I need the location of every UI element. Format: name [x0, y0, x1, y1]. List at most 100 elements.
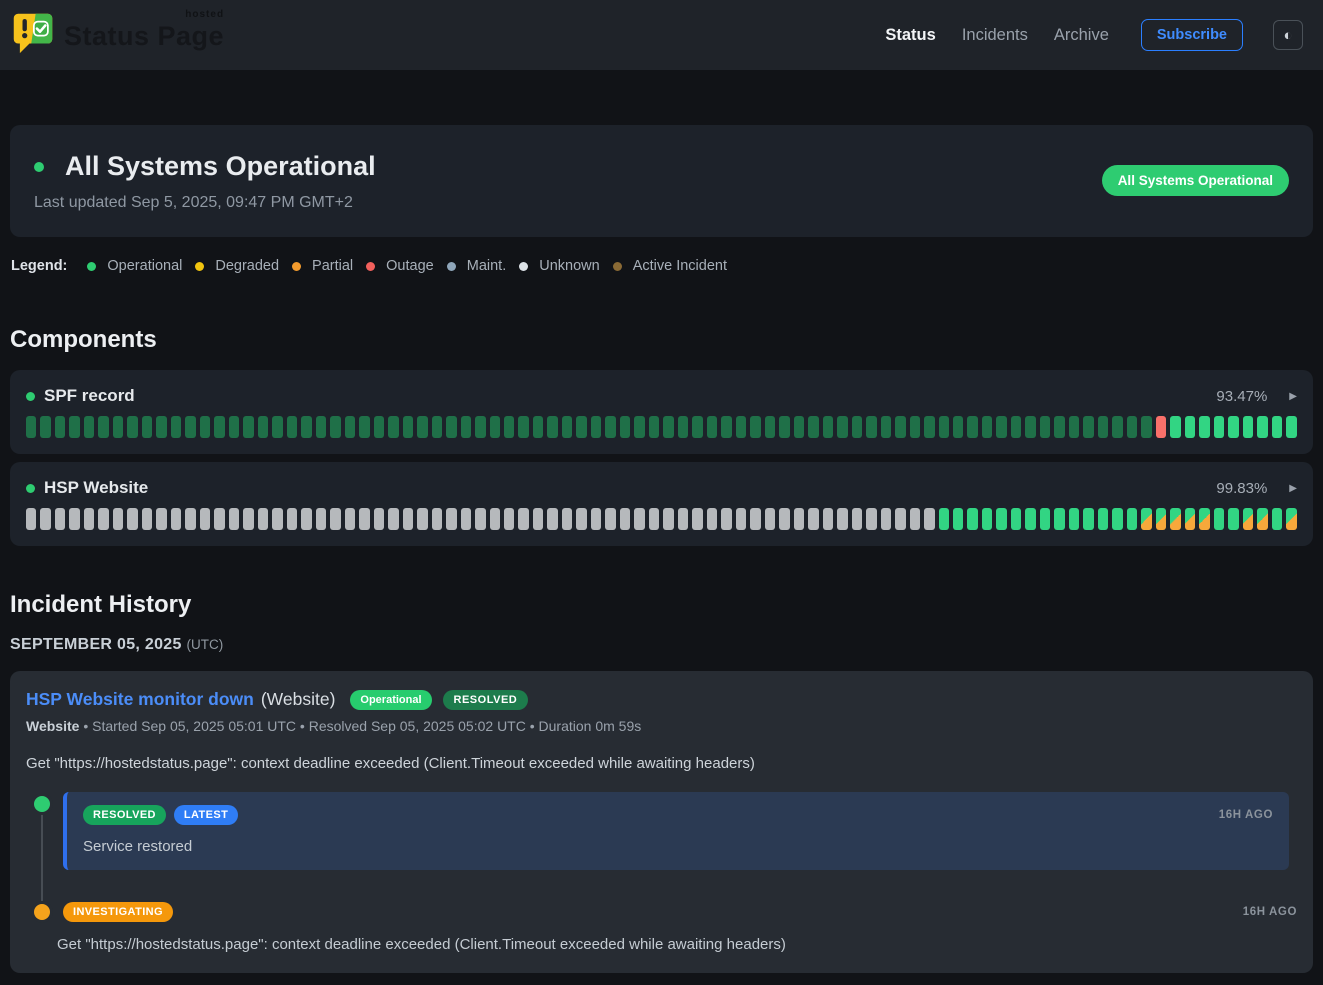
uptime-bar[interactable] [1199, 508, 1209, 530]
uptime-bar[interactable] [823, 508, 833, 530]
uptime-bar[interactable] [98, 416, 108, 438]
uptime-bar[interactable] [692, 508, 702, 530]
uptime-bar[interactable] [533, 508, 543, 530]
component-header-row[interactable]: HSP Website 99.83% ▶ [26, 478, 1297, 498]
uptime-bar[interactable] [388, 508, 398, 530]
uptime-bar[interactable] [432, 416, 442, 438]
uptime-bar[interactable] [576, 416, 586, 438]
uptime-bar[interactable] [185, 416, 195, 438]
uptime-bar[interactable] [301, 508, 311, 530]
uptime-bar[interactable] [490, 416, 500, 438]
uptime-bar[interactable] [591, 416, 601, 438]
uptime-bar[interactable] [55, 416, 65, 438]
uptime-bar[interactable] [446, 416, 456, 438]
uptime-bar[interactable] [649, 416, 659, 438]
uptime-bar[interactable] [953, 508, 963, 530]
uptime-bar[interactable] [1170, 416, 1180, 438]
uptime-bar[interactable] [490, 508, 500, 530]
uptime-bar[interactable] [1127, 416, 1137, 438]
uptime-bar[interactable] [910, 416, 920, 438]
uptime-bar[interactable] [403, 508, 413, 530]
uptime-bar[interactable] [84, 416, 94, 438]
uptime-bar[interactable] [663, 416, 673, 438]
uptime-bar[interactable] [98, 508, 108, 530]
uptime-bar[interactable] [446, 508, 456, 530]
uptime-bar[interactable] [750, 416, 760, 438]
uptime-bar[interactable] [40, 508, 50, 530]
uptime-bar[interactable] [301, 416, 311, 438]
uptime-bar[interactable] [765, 416, 775, 438]
uptime-bar[interactable] [1040, 508, 1050, 530]
uptime-bar[interactable] [84, 508, 94, 530]
uptime-bar[interactable] [678, 508, 688, 530]
uptime-bar[interactable] [779, 508, 789, 530]
component-header-row[interactable]: SPF record 93.47% ▶ [26, 386, 1297, 406]
uptime-bar[interactable] [200, 508, 210, 530]
uptime-bar[interactable] [504, 416, 514, 438]
uptime-bar[interactable] [316, 416, 326, 438]
uptime-bar[interactable] [707, 508, 717, 530]
uptime-bar[interactable] [1083, 416, 1093, 438]
uptime-bar[interactable] [417, 508, 427, 530]
uptime-bar[interactable] [1286, 508, 1296, 530]
uptime-bar[interactable] [388, 416, 398, 438]
uptime-bar[interactable] [171, 416, 181, 438]
uptime-bar[interactable] [895, 508, 905, 530]
uptime-bar[interactable] [924, 416, 934, 438]
uptime-bar[interactable] [1214, 508, 1224, 530]
uptime-bar[interactable] [562, 416, 572, 438]
uptime-bar[interactable] [1025, 508, 1035, 530]
uptime-bar[interactable] [547, 508, 557, 530]
uptime-bar[interactable] [1069, 416, 1079, 438]
uptime-bar[interactable] [591, 508, 601, 530]
uptime-bar[interactable] [1054, 416, 1064, 438]
uptime-bar[interactable] [533, 416, 543, 438]
uptime-bar[interactable] [258, 416, 268, 438]
uptime-bar[interactable] [794, 508, 804, 530]
uptime-bar[interactable] [40, 416, 50, 438]
uptime-bar[interactable] [924, 508, 934, 530]
uptime-bar[interactable] [1127, 508, 1137, 530]
uptime-bar[interactable] [475, 508, 485, 530]
uptime-bar[interactable] [214, 508, 224, 530]
uptime-bar[interactable] [634, 416, 644, 438]
uptime-bar[interactable] [707, 416, 717, 438]
uptime-bar[interactable] [272, 416, 282, 438]
uptime-bar[interactable] [765, 508, 775, 530]
uptime-bar[interactable] [1112, 508, 1122, 530]
uptime-bar[interactable] [243, 508, 253, 530]
uptime-bar[interactable] [359, 416, 369, 438]
uptime-bar[interactable] [852, 416, 862, 438]
uptime-bar[interactable] [272, 508, 282, 530]
uptime-bar[interactable] [518, 508, 528, 530]
uptime-bar[interactable] [127, 416, 137, 438]
theme-toggle-button[interactable]: ◐ [1273, 20, 1303, 50]
uptime-bar[interactable] [374, 416, 384, 438]
uptime-bar[interactable] [996, 416, 1006, 438]
uptime-bar[interactable] [1054, 508, 1064, 530]
uptime-bar[interactable] [1185, 508, 1195, 530]
uptime-bar[interactable] [736, 508, 746, 530]
uptime-bar[interactable] [1069, 508, 1079, 530]
uptime-bar[interactable] [562, 508, 572, 530]
uptime-bar[interactable] [808, 508, 818, 530]
uptime-bar[interactable] [1272, 416, 1282, 438]
uptime-bar[interactable] [692, 416, 702, 438]
uptime-bar[interactable] [1083, 508, 1093, 530]
uptime-bar[interactable] [1199, 416, 1209, 438]
uptime-bar[interactable] [171, 508, 181, 530]
uptime-bar[interactable] [200, 416, 210, 438]
uptime-bar[interactable] [229, 508, 239, 530]
uptime-bar[interactable] [982, 508, 992, 530]
uptime-bar[interactable] [620, 508, 630, 530]
uptime-bar[interactable] [1257, 416, 1267, 438]
uptime-bar[interactable] [345, 508, 355, 530]
uptime-bar[interactable] [69, 416, 79, 438]
uptime-bar[interactable] [1040, 416, 1050, 438]
uptime-bar[interactable] [1156, 508, 1166, 530]
uptime-bar[interactable] [605, 416, 615, 438]
uptime-bar[interactable] [837, 508, 847, 530]
uptime-bar[interactable] [287, 508, 297, 530]
uptime-bar[interactable] [1141, 508, 1151, 530]
uptime-bar[interactable] [156, 508, 166, 530]
